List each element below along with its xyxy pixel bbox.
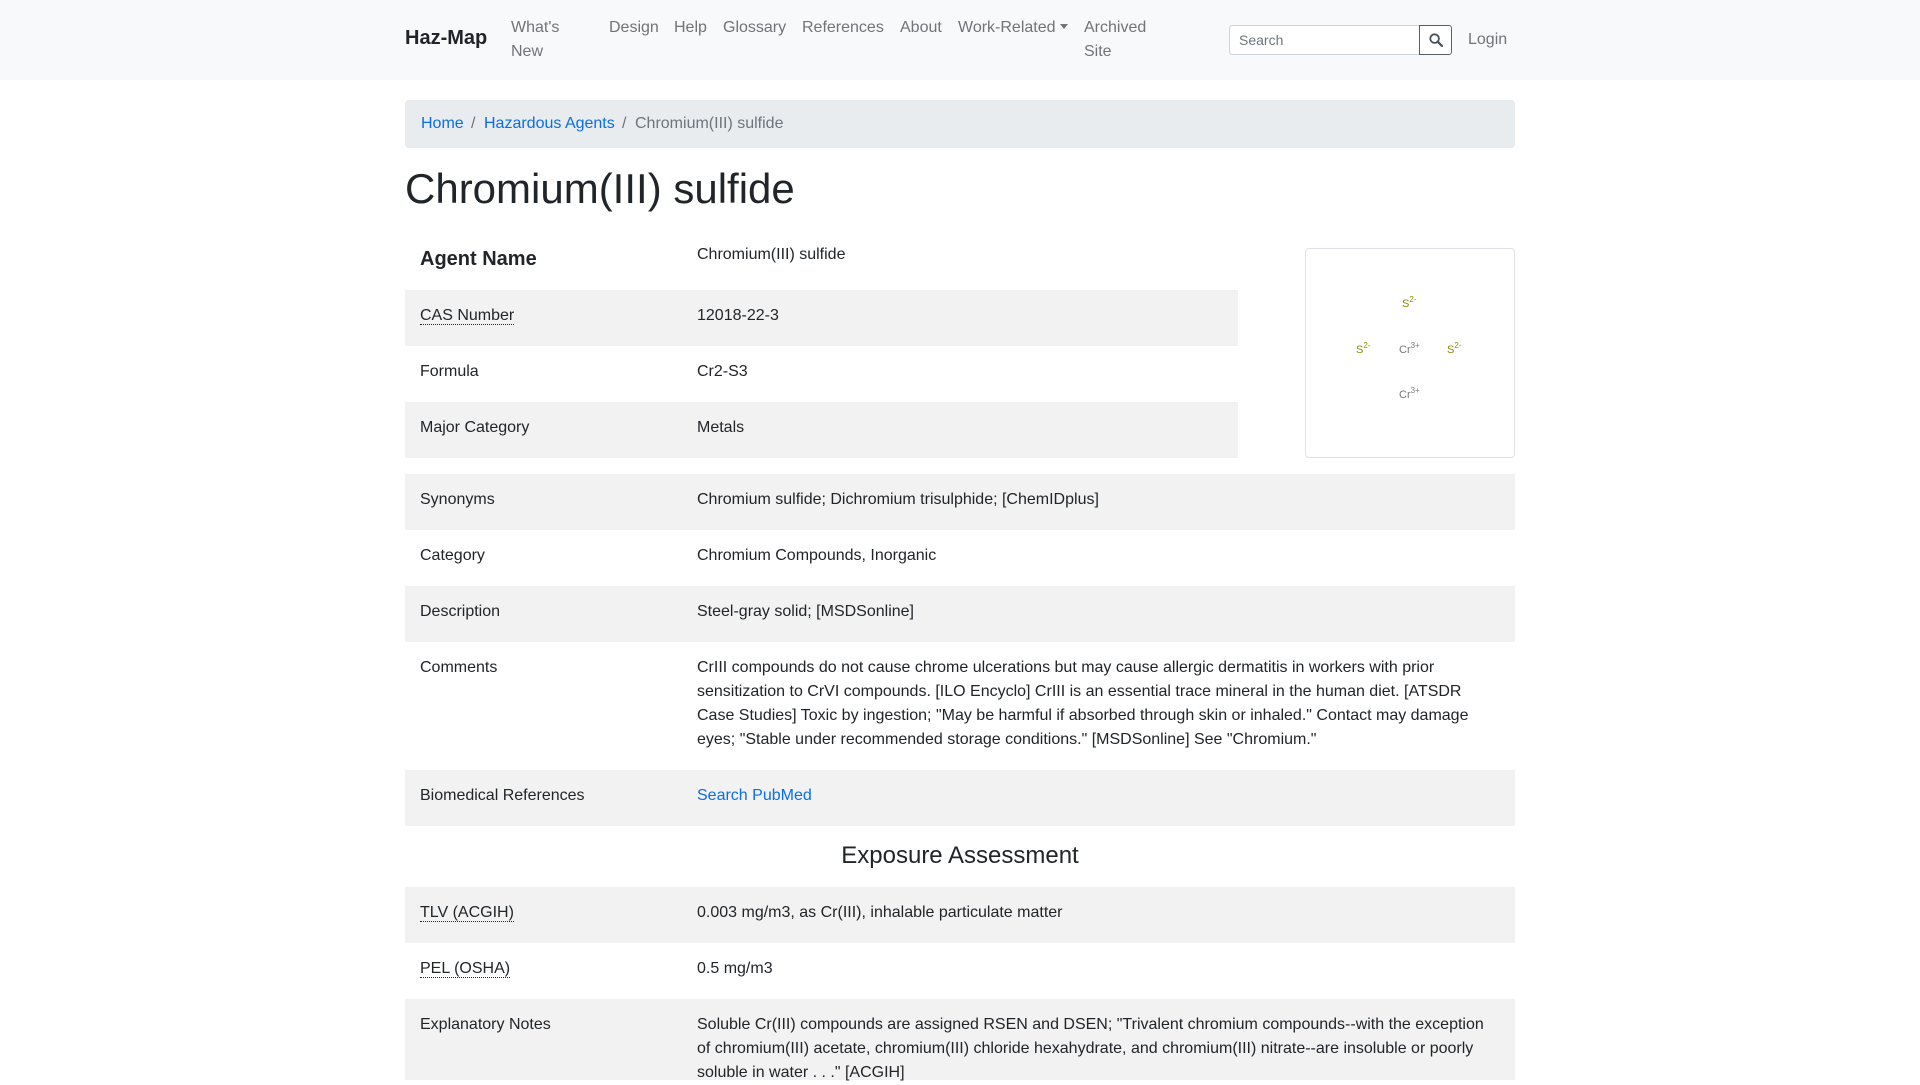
search-input[interactable] [1229, 25, 1420, 55]
row-cas-number: CAS Number 12018-22-3 [405, 290, 1238, 346]
biomedical-references-label: Biomedical References [420, 787, 585, 804]
major-category-label: Major Category [420, 419, 530, 436]
page-title: Chromium(III) sulfide [405, 165, 795, 212]
nav-whats-new[interactable]: What's New [511, 16, 559, 64]
tlv-value: 0.003 mg/m3, as Cr(III), inhalable parti… [697, 904, 1063, 921]
nav-help[interactable]: Help [674, 16, 707, 40]
nav-whats-new-line2: New [511, 43, 544, 60]
sulfide-ion: S2- [1356, 341, 1371, 356]
row-category: Category Chromium Compounds, Inorganic [405, 530, 1515, 586]
comments-label: Comments [420, 659, 498, 676]
explanatory-notes-value: Soluble Cr(III) compounds are assigned R… [697, 1016, 1484, 1081]
nav-work-related-dropdown[interactable]: Work-Related [958, 16, 1068, 40]
chemical-structure-image: S2- S2- S2- Cr3+ Cr3+ [1305, 248, 1515, 458]
description-value: Steel-gray solid; [MSDSonline] [697, 603, 914, 620]
search-icon [1429, 33, 1443, 47]
exposure-assessment-heading: Exposure Assessment [841, 842, 1079, 869]
cas-number-abbr: CAS Number [420, 307, 515, 325]
chemical-structure-drawing: S2- S2- S2- Cr3+ Cr3+ [1356, 295, 1462, 401]
row-tlv: TLV (ACGIH) 0.003 mg/m3, as Cr(III), inh… [405, 887, 1515, 943]
row-comments: Comments CrIII compounds do not cause ch… [405, 642, 1515, 770]
row-biomedical-references: Biomedical References Search PubMed [405, 770, 1515, 826]
sulfide-ion: S2- [1447, 341, 1462, 356]
formula-label: Formula [420, 363, 479, 380]
nav-work-related-label: Work-Related [958, 19, 1056, 36]
brand-logo[interactable]: Haz-Map [405, 27, 487, 50]
category-value: Chromium Compounds, Inorganic [697, 547, 937, 564]
breadcrumb: Home / Hazardous Agents / Chromium(III) … [405, 100, 1515, 148]
breadcrumb-separator: / [471, 115, 476, 132]
comments-value: CrIII compounds do not cause chrome ulce… [697, 659, 1469, 748]
agent-name-label: Agent Name [420, 248, 537, 270]
search-pubmed-link[interactable]: Search PubMed [697, 784, 812, 808]
nav-archived-line2: Site [1084, 43, 1112, 60]
row-synonyms: Synonyms Chromium sulfide; Dichromium tr… [405, 474, 1515, 530]
row-pel: PEL (OSHA) 0.5 mg/m3 [405, 943, 1515, 999]
pel-label: PEL (OSHA) [420, 957, 511, 981]
description-label: Description [420, 603, 501, 620]
breadcrumb-current: Chromium(III) sulfide [635, 115, 784, 132]
nav-about[interactable]: About [900, 16, 942, 40]
pel-abbr: PEL (OSHA) [420, 960, 511, 978]
breadcrumb-separator: / [622, 115, 627, 132]
major-category-value: Metals [697, 419, 745, 436]
chromium-ion: Cr3+ [1399, 341, 1420, 356]
synonyms-value: Chromium sulfide; Dichromium trisulphide… [697, 491, 1099, 508]
nav-glossary[interactable]: Glossary [723, 16, 786, 40]
tlv-label: TLV (ACGIH) [420, 901, 514, 925]
sulfide-ion: S2- [1402, 295, 1417, 310]
cas-number-value: 12018-22-3 [697, 307, 779, 324]
synonyms-label: Synonyms [420, 491, 495, 508]
chromium-ion: Cr3+ [1399, 386, 1420, 401]
nav-archived-site[interactable]: Archived Site [1084, 16, 1146, 64]
row-formula: Formula Cr2-S3 [405, 346, 1238, 402]
navbar: Haz-Map What's New Design Help Glossary … [0, 0, 1920, 80]
nav-archived-line1: Archived [1084, 19, 1147, 36]
row-explanatory-notes: Explanatory Notes Soluble Cr(III) compou… [405, 999, 1515, 1081]
cas-number-label: CAS Number [420, 304, 515, 328]
nav-login[interactable]: Login [1468, 28, 1507, 52]
row-description: Description Steel-gray solid; [MSDSonlin… [405, 586, 1515, 642]
agent-name-value: Chromium(III) sulfide [697, 246, 846, 263]
explanatory-notes-label: Explanatory Notes [420, 1016, 551, 1033]
nav-references[interactable]: References [802, 16, 884, 40]
breadcrumb-home[interactable]: Home [421, 115, 464, 133]
row-major-category: Major Category Metals [405, 402, 1238, 458]
search-button[interactable] [1419, 25, 1452, 55]
category-label: Category [420, 547, 485, 564]
chevron-down-icon [1059, 24, 1068, 29]
nav-design[interactable]: Design [609, 16, 659, 40]
pel-value: 0.5 mg/m3 [697, 960, 773, 977]
nav-whats-new-line1: What's [511, 19, 560, 36]
breadcrumb-hazardous-agents[interactable]: Hazardous Agents [484, 115, 615, 133]
tlv-abbr: TLV (ACGIH) [420, 904, 514, 922]
formula-value: Cr2-S3 [697, 363, 748, 380]
